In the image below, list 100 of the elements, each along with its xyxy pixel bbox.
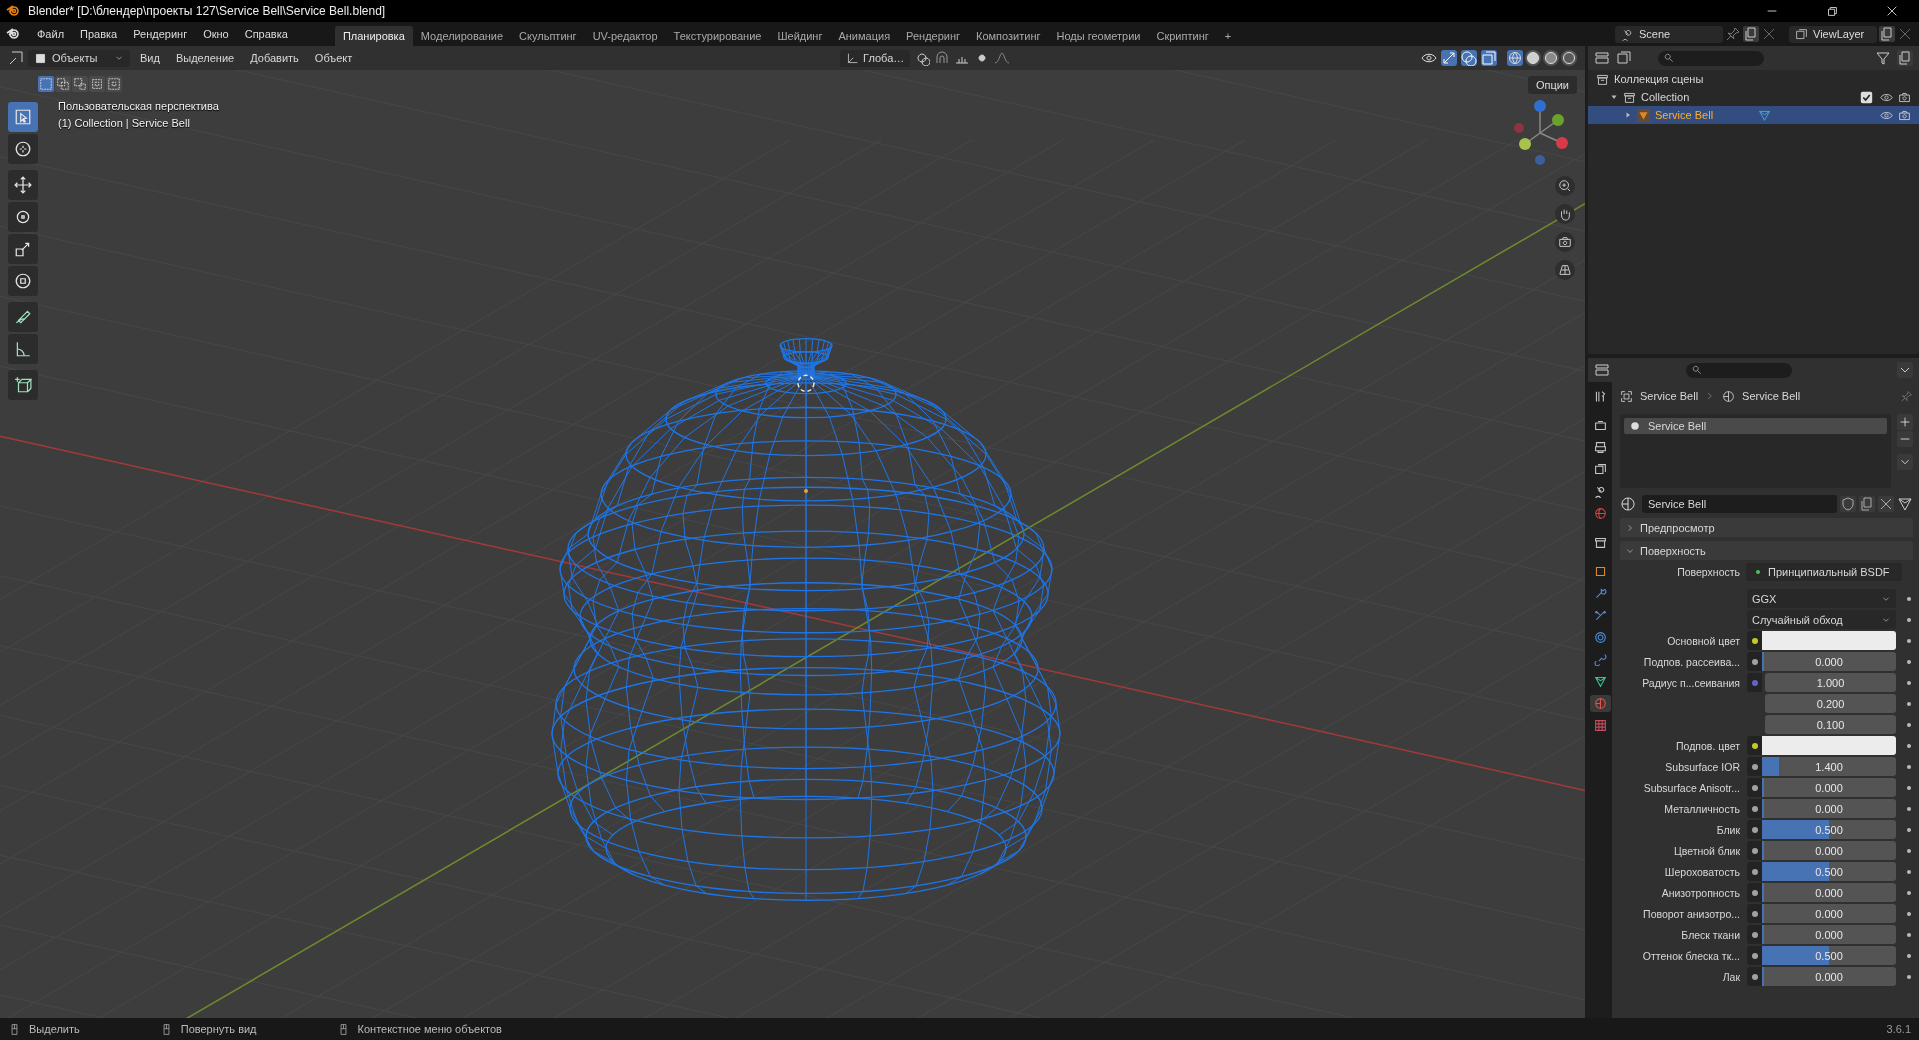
workspace-tab[interactable]: Рендеринг bbox=[898, 25, 969, 46]
add-workspace-button[interactable]: + bbox=[1216, 25, 1240, 46]
color-swatch[interactable] bbox=[1762, 736, 1896, 755]
outliner-row[interactable]: Collection bbox=[1588, 88, 1919, 106]
slider-field[interactable]: 0.000 bbox=[1762, 883, 1896, 902]
filter-icon[interactable] bbox=[1875, 50, 1891, 66]
menu-item[interactable]: Выделение bbox=[169, 50, 241, 66]
camera-icon[interactable] bbox=[1898, 90, 1911, 104]
keyframe-dot-icon[interactable] bbox=[1905, 804, 1913, 813]
keyframe-dot-icon[interactable] bbox=[1905, 783, 1913, 792]
menu-item[interactable]: Окно bbox=[196, 25, 236, 43]
socket-button[interactable] bbox=[1747, 925, 1762, 944]
keyframe-dot-icon[interactable] bbox=[1905, 888, 1913, 897]
slot-menu-button[interactable] bbox=[1897, 454, 1913, 470]
socket-button[interactable] bbox=[1747, 631, 1762, 650]
keyframe-dot-icon[interactable] bbox=[1905, 657, 1913, 666]
slider-field[interactable]: 0.000 bbox=[1762, 778, 1896, 797]
slider-field[interactable]: 0.000 bbox=[1762, 967, 1896, 986]
overlay-icon[interactable] bbox=[1461, 50, 1477, 66]
caret-icon[interactable] bbox=[1897, 362, 1913, 378]
menu-item[interactable]: Правка bbox=[73, 25, 125, 43]
pin-icon[interactable] bbox=[1900, 389, 1913, 403]
slider-field[interactable]: 0.000 bbox=[1762, 841, 1896, 860]
solid-shading-icon[interactable] bbox=[1525, 50, 1541, 66]
keyframe-dot-icon[interactable] bbox=[1905, 951, 1913, 960]
new-collection-icon[interactable] bbox=[1897, 50, 1913, 66]
keyframe-dot-icon[interactable] bbox=[1905, 846, 1913, 855]
remove-slot-button[interactable] bbox=[1897, 431, 1913, 447]
socket-button[interactable] bbox=[1747, 967, 1762, 986]
socket-button[interactable] bbox=[1747, 799, 1762, 818]
camera-icon[interactable] bbox=[1898, 108, 1911, 122]
panel-header[interactable]: Предпросмотр bbox=[1620, 518, 1913, 537]
workspace-tab[interactable]: Скриптинг bbox=[1148, 25, 1217, 46]
socket-button[interactable] bbox=[1747, 736, 1762, 755]
copy-icon[interactable] bbox=[1879, 26, 1895, 42]
shader-field[interactable]: Принципиальный BSDF bbox=[1746, 562, 1902, 581]
magnet-icon[interactable] bbox=[934, 50, 951, 66]
outliner-row[interactable]: Коллекция сцены bbox=[1588, 70, 1919, 88]
socket-button[interactable] bbox=[1747, 862, 1762, 881]
workspace-tab[interactable]: Шейдинг bbox=[769, 25, 831, 46]
wireframe-shading-icon[interactable] bbox=[1507, 50, 1523, 66]
slider-field[interactable]: 0.000 bbox=[1762, 925, 1896, 944]
menu-item[interactable]: Файл bbox=[30, 25, 72, 43]
number-field[interactable]: 0.200 bbox=[1765, 694, 1896, 713]
annotate-tool-icon[interactable] bbox=[8, 302, 38, 332]
keyframe-dot-icon[interactable] bbox=[1905, 825, 1913, 834]
search-field[interactable] bbox=[1686, 362, 1792, 378]
keyframe-dot-icon[interactable] bbox=[1905, 699, 1913, 708]
menu-item[interactable]: Справка bbox=[237, 25, 295, 43]
disclosure-icon[interactable] bbox=[1624, 111, 1632, 119]
link-data-icon[interactable] bbox=[1897, 496, 1913, 512]
move-tool-icon[interactable] bbox=[8, 170, 38, 200]
slider-field[interactable]: 0.000 bbox=[1762, 799, 1896, 818]
dropdown[interactable]: GGX bbox=[1747, 589, 1896, 608]
keyframe-dot-icon[interactable] bbox=[1905, 909, 1913, 918]
keyframe-dot-icon[interactable] bbox=[1905, 615, 1913, 624]
panel-header[interactable]: Поверхность bbox=[1620, 541, 1913, 560]
socket-button[interactable] bbox=[1747, 757, 1762, 776]
material-name-field[interactable]: Service Bell bbox=[1642, 495, 1837, 513]
socket-button[interactable] bbox=[1747, 883, 1762, 902]
number-field[interactable]: 1.000 bbox=[1765, 673, 1896, 692]
close-icon[interactable] bbox=[1885, 4, 1899, 18]
mesh-data-icon[interactable] bbox=[1758, 108, 1772, 122]
add-slot-button[interactable] bbox=[1897, 414, 1913, 430]
number-field[interactable]: 0.100 bbox=[1765, 715, 1896, 734]
menu-item[interactable]: Вид bbox=[134, 50, 166, 66]
menu-item[interactable]: Добавить bbox=[244, 50, 305, 66]
workspace-tab[interactable]: Ноды геометрии bbox=[1048, 25, 1149, 46]
color-swatch[interactable] bbox=[1762, 631, 1896, 650]
keyframe-dot-icon[interactable] bbox=[1905, 972, 1913, 981]
workspace-tab[interactable]: Скульптинг bbox=[511, 25, 585, 46]
rendered-shading-icon[interactable] bbox=[1561, 50, 1577, 66]
workspace-tab[interactable]: Композитинг bbox=[968, 25, 1049, 46]
options-button[interactable]: Опции bbox=[1527, 76, 1577, 94]
editor-type-icon[interactable] bbox=[1594, 50, 1610, 66]
workspace-tab[interactable]: Анимация bbox=[830, 25, 899, 46]
display-mode-icon[interactable] bbox=[1616, 50, 1632, 66]
xray-icon[interactable] bbox=[1481, 50, 1497, 66]
keyframe-dot-icon[interactable] bbox=[1905, 930, 1913, 939]
keyframe-dot-icon[interactable] bbox=[1905, 636, 1913, 645]
socket-button[interactable] bbox=[1747, 652, 1762, 671]
scale-tool-icon[interactable] bbox=[8, 234, 38, 264]
slider-field[interactable]: 0.000 bbox=[1762, 652, 1896, 671]
select-intersect-icon[interactable] bbox=[106, 76, 122, 92]
keyframe-dot-icon[interactable] bbox=[1905, 720, 1913, 729]
restore-icon[interactable] bbox=[1825, 4, 1839, 18]
socket-button[interactable] bbox=[1747, 904, 1762, 923]
slider-field[interactable]: 0.500 bbox=[1762, 820, 1896, 839]
socket-button[interactable] bbox=[1747, 778, 1762, 797]
select-invert-icon[interactable] bbox=[89, 76, 105, 92]
workspace-tab[interactable]: Текстурирование bbox=[665, 25, 770, 46]
rotate-tool-icon[interactable] bbox=[8, 202, 38, 232]
slider-field[interactable]: 1.400 bbox=[1762, 757, 1896, 776]
keyframe-dot-icon[interactable] bbox=[1905, 867, 1913, 876]
search-field[interactable] bbox=[1658, 50, 1764, 66]
pin-icon[interactable] bbox=[1725, 26, 1741, 42]
scene-selector[interactable]: Scene bbox=[1615, 25, 1723, 43]
select-set-icon[interactable] bbox=[38, 76, 54, 92]
mode-dropdown[interactable]: Объекты bbox=[28, 49, 130, 67]
gizmo-icon[interactable] bbox=[1441, 50, 1457, 66]
